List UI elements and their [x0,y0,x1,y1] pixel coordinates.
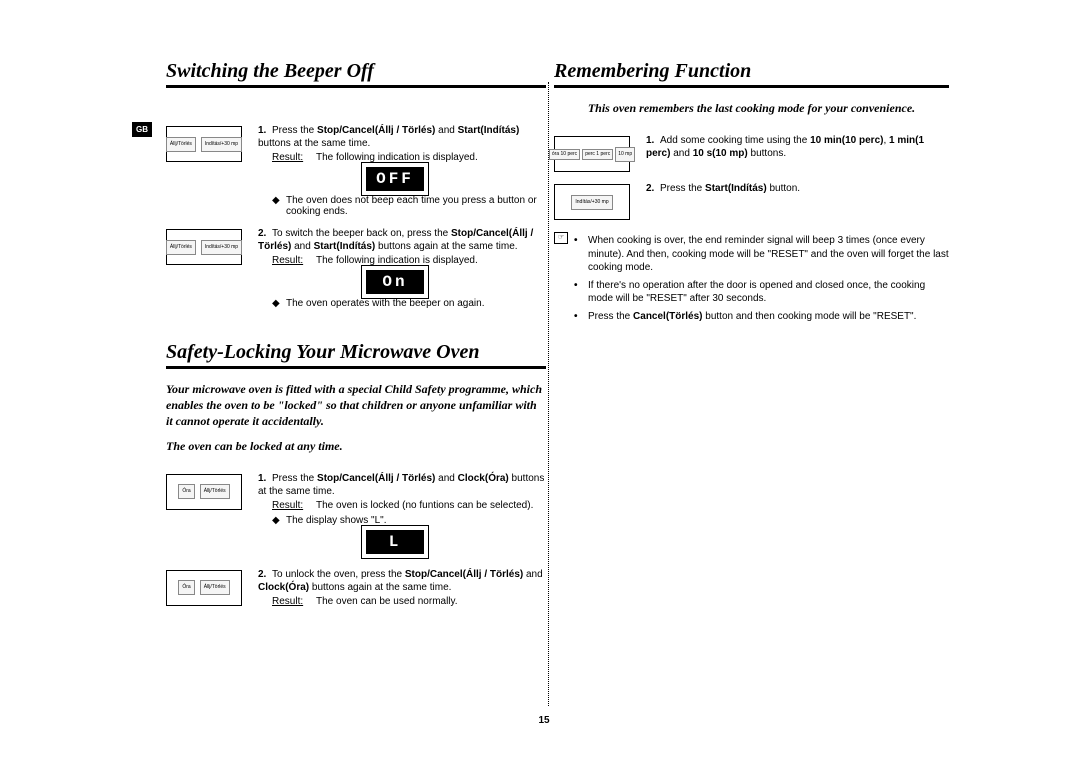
column-divider [548,82,549,706]
oven-button: Óra [178,484,194,499]
button-illustration: óra 10 perc perc 1 perc 10 mp [554,136,630,172]
section-remember: Remembering Function This oven remembers… [554,60,949,327]
step-row: Óra Állj/Törlés 1.Press the Stop/Cancel(… [166,472,546,558]
section-safety: Safety-Locking Your Microwave Oven Your … [166,341,546,607]
section-rule [166,85,546,88]
section-rule [554,85,949,88]
step-text: 1.Add some cooking time using the 10 min… [646,134,949,160]
lcd-display: OFF [366,167,424,191]
section-beeper: Switching the Beeper Off Állj/Törlés Ind… [166,60,546,309]
oven-button: perc 1 perc [582,149,613,160]
button-illustration: Óra Állj/Törlés [166,474,242,510]
oven-button: Óra [178,580,194,595]
oven-button: Állj/Törlés [166,240,196,255]
oven-button: Indítás/+30 mp [571,195,612,210]
manual-page: GB Switching the Beeper Off Állj/Törlés … [138,60,950,740]
lcd-display: On [366,270,424,294]
step-text: 2.To switch the beeper back on, press th… [258,227,546,253]
result-row: Result: The following indication is disp… [272,255,546,266]
section-intro: Your microwave oven is fitted with a spe… [166,381,546,430]
diamond-note: ◆ The oven does not beep each time you p… [272,195,546,217]
step-row: óra 10 perc perc 1 perc 10 mp 1.Add some… [554,134,949,172]
list-item: If there's no operation after the door i… [574,279,949,306]
lcd-display: L [366,530,424,554]
oven-button: Indítás/+30 mp [201,240,242,255]
diamond-note: ◆ The display shows "L". [272,515,546,526]
button-illustration: Állj/Törlés Indítás/+30 mp [166,229,242,265]
step-row: Állj/Törlés Indítás/+30 mp 2.To switch t… [166,227,546,309]
button-illustration: Állj/Törlés Indítás/+30 mp [166,126,242,162]
step-row: Állj/Törlés Indítás/+30 mp 1.Press the S… [166,124,546,217]
left-column: Switching the Beeper Off Állj/Törlés Ind… [166,60,546,617]
section-title: Safety-Locking Your Microwave Oven [166,341,546,364]
result-row: Result: The oven is locked (no funtions … [272,500,546,511]
section-rule [166,366,546,369]
oven-button: Indítás/+30 mp [201,137,242,152]
result-row: Result: The oven can be used normally. [272,596,546,607]
step-row: Indítás/+30 mp 2.Press the Start(Indítás… [554,182,949,220]
oven-button: Állj/Törlés [166,137,196,152]
list-item: When cooking is over, the end reminder s… [574,234,949,275]
note-icon: ☞ [554,232,568,244]
note-block: ☞ When cooking is over, the end reminder… [554,230,949,327]
right-column: Remembering Function This oven remembers… [554,60,949,327]
button-illustration: Indítás/+30 mp [554,184,630,220]
language-badge: GB [132,122,152,137]
oven-button: 10 mp [615,147,635,162]
step-text: 1.Press the Stop/Cancel(Állj / Törlés) a… [258,472,546,498]
section-title: Remembering Function [554,60,949,83]
bullet-list: When cooking is over, the end reminder s… [574,234,949,327]
diamond-note: ◆ The oven operates with the beeper on a… [272,298,546,309]
button-illustration: Óra Állj/Törlés [166,570,242,606]
step-text: 2.To unlock the oven, press the Stop/Can… [258,568,546,594]
page-number: 15 [138,715,950,726]
section-title: Switching the Beeper Off [166,60,546,83]
step-text: 1.Press the Stop/Cancel(Állj / Törlés) a… [258,124,546,150]
oven-button: Állj/Törlés [200,580,230,595]
section-intro: The oven can be locked at any time. [166,438,546,454]
oven-button: Állj/Törlés [200,484,230,499]
step-text: 2.Press the Start(Indítás) button. [646,182,949,195]
section-intro: This oven remembers the last cooking mod… [554,100,949,116]
oven-button: óra 10 perc [549,149,580,160]
result-row: Result: The following indication is disp… [272,152,546,163]
step-row: Óra Állj/Törlés 2.To unlock the oven, pr… [166,568,546,607]
list-item: Press the Cancel(Törlés) button and then… [574,310,949,324]
